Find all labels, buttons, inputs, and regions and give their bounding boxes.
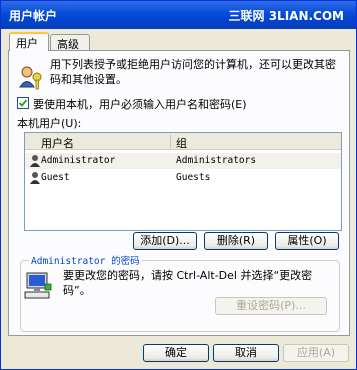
local-users-label: 本机用户(U): bbox=[17, 117, 82, 130]
add-user-button[interactable]: 添加(D)... bbox=[133, 232, 197, 250]
users-tab-panel: 用下列表授予或拒绝用户访问您的计算机，还可以更改其密码和其他设置。 要使用本机，… bbox=[8, 50, 350, 336]
title-bar[interactable]: 用户帐户 三联网 3LIAN.COM bbox=[1, 1, 356, 29]
column-header-username[interactable]: 用户名 bbox=[41, 135, 74, 151]
computer-keyboard-icon bbox=[24, 272, 52, 299]
users-list-header: 用户名 组 bbox=[25, 133, 341, 150]
ok-button[interactable]: 确定 bbox=[143, 344, 209, 362]
user-icon bbox=[30, 155, 40, 167]
require-login-label[interactable]: 要使用本机，用户必须输入用户名和密码(E) bbox=[33, 96, 247, 112]
require-login-checkbox[interactable] bbox=[17, 97, 29, 109]
window-title: 用户帐户 bbox=[9, 9, 58, 23]
cancel-button[interactable]: 取消 bbox=[213, 344, 279, 362]
table-row[interactable]: Guest Guests bbox=[25, 170, 341, 186]
table-row[interactable]: Administrator Administrators bbox=[25, 153, 341, 169]
column-header-group[interactable]: 组 bbox=[176, 135, 187, 151]
user-group-cell: Administrators bbox=[176, 155, 257, 166]
password-instructions: 要更改您的密码，请按 Ctrl-Alt-Del 并选择“更改密码”。 bbox=[63, 269, 313, 297]
remove-user-button[interactable]: 删除(R) bbox=[204, 232, 268, 250]
checkmark-icon bbox=[18, 99, 28, 107]
user-accounts-dialog: 用户帐户 三联网 3LIAN.COM 高级 用户 用下列表授予或拒绝用户访问您的… bbox=[0, 0, 357, 370]
users-keys-icon bbox=[19, 66, 42, 90]
user-icon bbox=[30, 172, 40, 184]
column-divider[interactable] bbox=[170, 135, 171, 148]
watermark-text: 三联网 3LIAN.COM bbox=[228, 9, 344, 23]
tab-advanced[interactable]: 高级 bbox=[50, 34, 90, 51]
intro-text: 用下列表授予或拒绝用户访问您的计算机，还可以更改其密码和其他设置。 bbox=[50, 58, 336, 86]
user-name-cell: Guest bbox=[41, 172, 70, 183]
users-list[interactable]: 用户名 组 Administrator Administrators Guest… bbox=[24, 132, 342, 231]
tab-users[interactable]: 用户 bbox=[9, 32, 49, 51]
properties-button[interactable]: 属性(O) bbox=[275, 232, 339, 250]
user-group-cell: Guests bbox=[176, 172, 211, 183]
apply-button[interactable]: 应用(A) bbox=[283, 344, 349, 362]
password-group-title: Administrator 的密码 bbox=[29, 253, 142, 267]
reset-password-button[interactable]: 重设密码(P)... bbox=[215, 297, 327, 315]
user-name-cell: Administrator bbox=[41, 155, 116, 166]
